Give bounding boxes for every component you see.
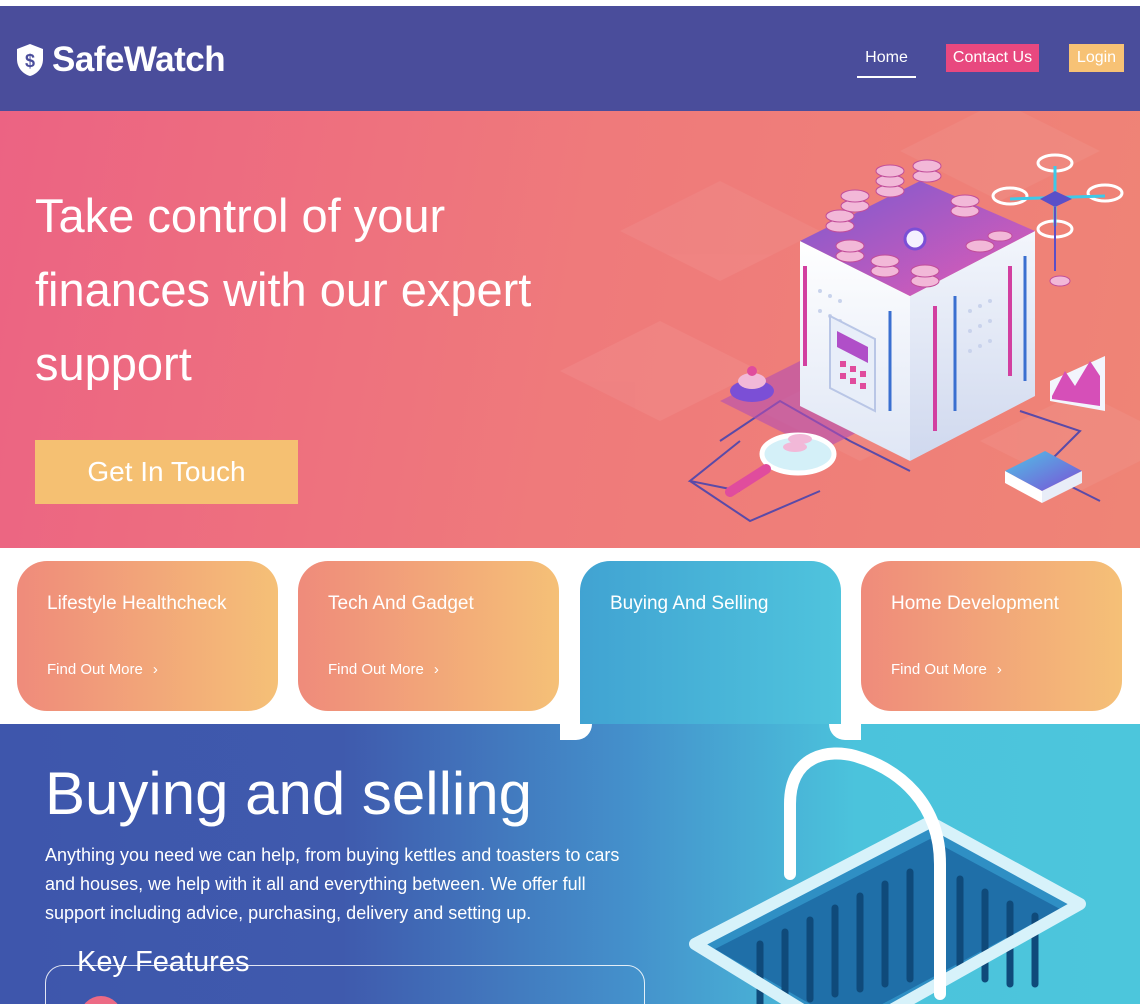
tab-notch-left	[560, 724, 592, 740]
card-lifestyle-healthcheck[interactable]: Lifestyle Healthcheck Find Out More ›	[17, 561, 278, 711]
hero-banner: Take control of your finances with our e…	[0, 111, 1140, 548]
card-title: Tech And Gadget	[328, 593, 474, 614]
find-out-more-link[interactable]: Find Out More ›	[891, 661, 1002, 678]
finance-building-illustration	[687, 153, 1124, 523]
chevron-right-icon: ›	[433, 661, 439, 678]
tab-notch-right	[829, 724, 861, 740]
card-tech-and-gadget[interactable]: Tech And Gadget Find Out More ›	[298, 561, 559, 711]
shopping-basket-illustration	[689, 747, 1086, 1004]
site-header: $ SafeWatch Home Contact Us Login	[0, 6, 1140, 111]
chevron-right-icon: ›	[996, 661, 1002, 678]
find-out-more-link[interactable]: Find Out More ›	[328, 661, 439, 678]
right-edge	[1140, 0, 1144, 1004]
link-label: Find Out More	[47, 661, 143, 678]
main-nav: Home Contact Us Login	[0, 44, 1140, 84]
card-home-development[interactable]: Home Development Find Out More ›	[861, 561, 1122, 711]
nav-contact-button[interactable]: Contact Us	[946, 44, 1039, 72]
card-buying-and-selling[interactable]: Buying And Selling	[580, 561, 841, 731]
card-title: Home Development	[891, 593, 1059, 614]
section-description: Anything you need we can help, from buyi…	[45, 845, 620, 923]
key-features-title: Key Features	[77, 946, 250, 978]
link-label: Find Out More	[891, 661, 987, 678]
card-title: Lifestyle Healthcheck	[47, 593, 227, 614]
get-in-touch-button[interactable]: Get In Touch	[35, 440, 298, 504]
find-out-more-link[interactable]: Find Out More ›	[47, 661, 158, 678]
service-cards: Lifestyle Healthcheck Find Out More › Tec…	[0, 548, 1140, 731]
nav-login-button[interactable]: Login	[1069, 44, 1124, 72]
hero-title: Take control of your finances with our e…	[35, 189, 532, 390]
card-title: Buying And Selling	[610, 593, 769, 614]
link-label: Find Out More	[328, 661, 424, 678]
nav-home-link[interactable]: Home	[857, 44, 916, 78]
section-title: Buying and selling	[45, 760, 533, 827]
chevron-right-icon: ›	[152, 661, 158, 678]
buying-selling-section: Buying and selling Anything you need we …	[0, 724, 1140, 1004]
